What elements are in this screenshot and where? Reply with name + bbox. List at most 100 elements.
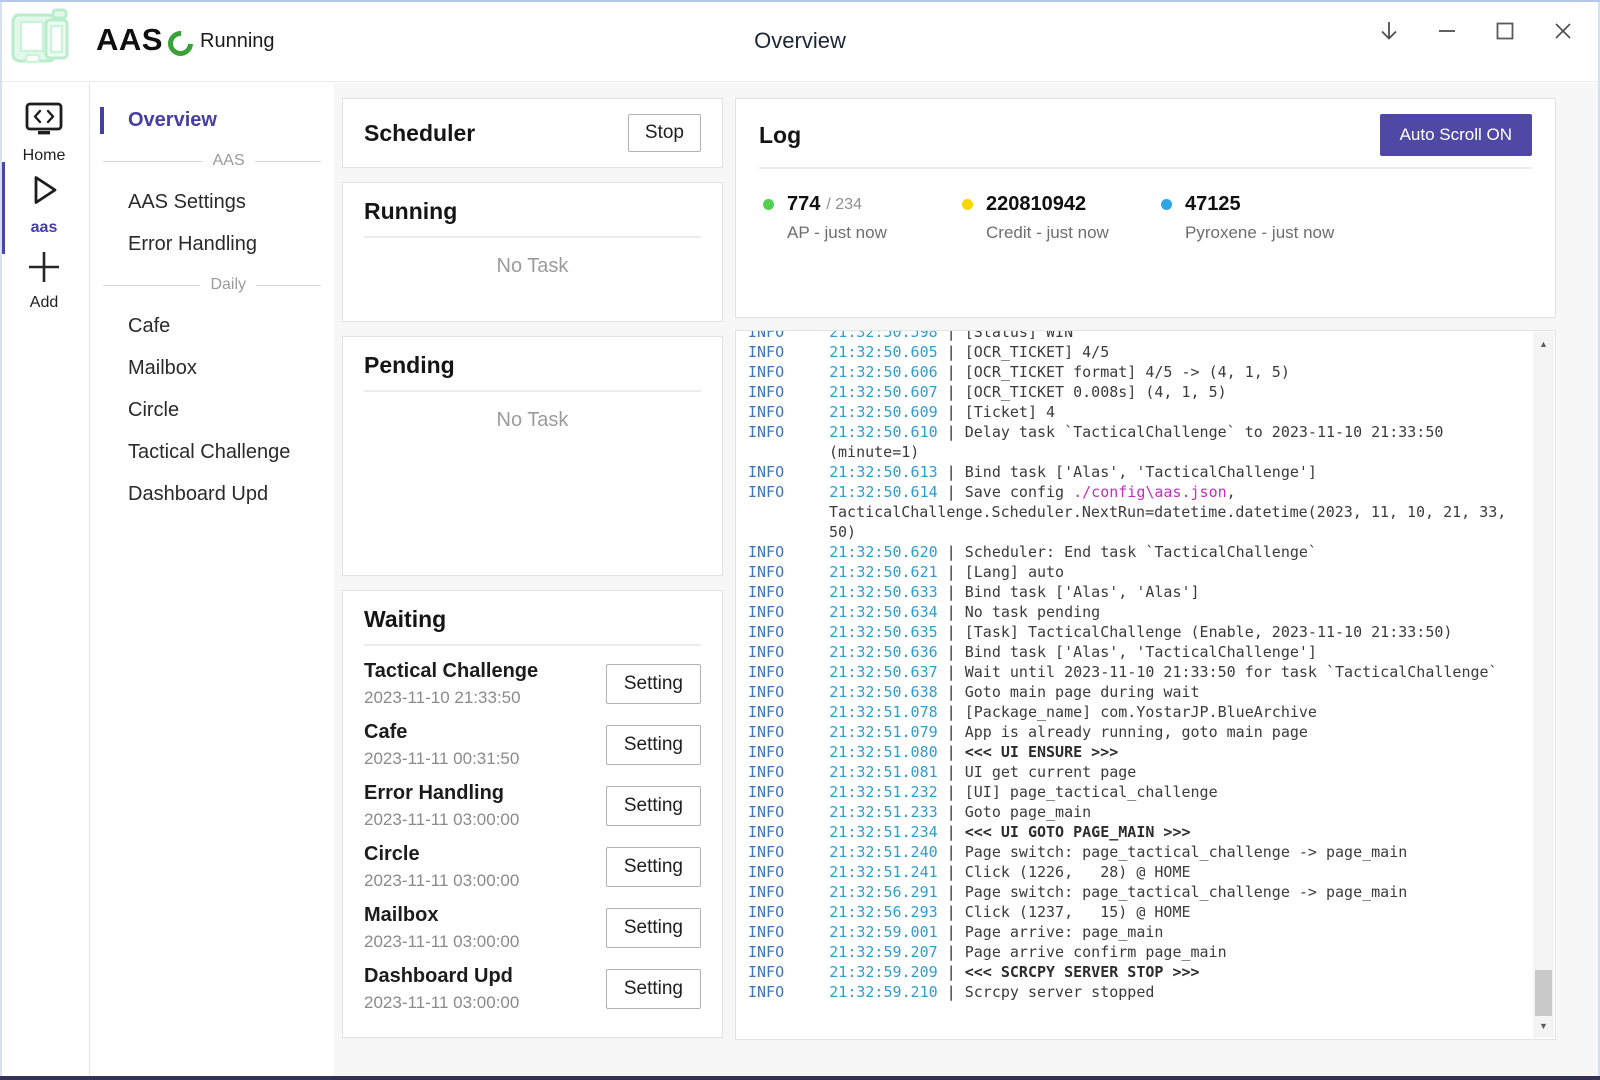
log-message: Save config [965,483,1073,501]
log-timestamp: 21:32:50.609 [829,403,937,421]
log-entry: INFO 21:32:50.610 | Delay task `Tactical… [748,422,1510,462]
log-entry: INFO 21:32:51.232 | [UI] page_tactical_c… [748,782,1510,802]
nav-item-mailbox[interactable]: Mailbox [91,347,333,389]
waiting-row-dashboard-upd: Dashboard Upd2023-11-11 03:00:00Setting [364,958,701,1019]
log-level: INFO [748,683,829,701]
nav-item-overview[interactable]: Overview [91,99,333,141]
log-separator: | [938,723,965,741]
log-timestamp: 21:32:51.080 [829,743,937,761]
play-icon [23,169,65,216]
waiting-task-name: Mailbox [364,904,519,927]
log-message: Click (1226, 28) @ HOME [965,863,1191,881]
waiting-task-name: Dashboard Upd [364,965,519,988]
setting-button[interactable]: Setting [606,725,701,765]
log-message: Goto main page during wait [965,683,1200,701]
log-entry: INFO 21:32:51.079 | App is already runni… [748,722,1510,742]
log-scrollbar[interactable]: ▲ ▼ [1533,332,1554,1038]
log-entry: INFO 21:32:51.240 | Page switch: page_ta… [748,842,1510,862]
log-timestamp: 21:32:51.078 [829,703,937,721]
log-level: INFO [748,583,829,601]
nav-item-circle[interactable]: Circle [91,389,333,431]
scrollbar-up-button[interactable]: ▲ [1533,334,1554,354]
setting-button[interactable]: Setting [606,664,701,704]
log-level: INFO [748,843,829,861]
setting-button[interactable]: Setting [606,969,701,1009]
log-entry: INFO 21:32:50.598 | [Status] WIN [748,330,1510,342]
running-empty-text: No Task [364,255,701,278]
log-level: INFO [748,330,829,341]
log-separator: | [938,963,965,981]
log-level: INFO [748,903,829,921]
nav-item-aas-settings[interactable]: AAS Settings [91,181,333,223]
log-level: INFO [748,423,829,441]
log-timestamp: 21:32:50.598 [829,330,937,341]
waiting-task-time: 2023-11-10 21:33:50 [364,688,538,708]
log-message: [OCR_TICKET 0.008s] (4, 1, 5) [965,383,1227,401]
log-message: Scheduler: End task `TacticalChallenge` [965,543,1317,561]
log-separator: | [938,623,965,641]
rail-item-aas[interactable]: aas [0,169,88,237]
log-timestamp: 21:32:51.232 [829,783,937,801]
waiting-task-name: Cafe [364,721,519,744]
setting-button[interactable]: Setting [606,786,701,826]
log-timestamp: 21:32:56.291 [829,883,937,901]
waiting-title: Waiting [364,606,701,646]
auto-scroll-button[interactable]: Auto Scroll ON [1380,114,1532,156]
scheduler-title: Scheduler [364,120,475,147]
log-level: INFO [748,703,829,721]
log-separator: | [938,463,965,481]
rail-item-label: Home [23,147,66,165]
log-timestamp: 21:32:56.293 [829,903,937,921]
log-timestamp: 21:32:51.079 [829,723,937,741]
log-level: INFO [748,943,829,961]
log-separator: | [938,923,965,941]
log-entry: INFO 21:32:56.293 | Click (1237, 15) @ H… [748,902,1510,922]
log-separator: | [938,403,965,421]
stop-button[interactable]: Stop [628,114,701,152]
maximize-button[interactable] [1492,18,1518,44]
nav-item-cafe[interactable]: Cafe [91,305,333,347]
log-separator: | [938,643,965,661]
setting-button[interactable]: Setting [606,847,701,887]
log-output-box: INFO 21:32:50.598 | [Status] WININFO 21:… [735,330,1556,1040]
log-message: Page switch: page_tactical_challenge -> … [965,843,1408,861]
minimize-button[interactable] [1434,18,1460,44]
log-separator: | [938,563,965,581]
update-download-button[interactable] [1376,18,1402,44]
setting-button[interactable]: Setting [606,908,701,948]
log-level: INFO [748,643,829,661]
close-button[interactable] [1550,18,1576,44]
rail-item-home[interactable]: Home [0,101,88,165]
nav-item-dashboard-upd[interactable]: Dashboard Upd [91,473,333,515]
log-separator: | [938,483,965,501]
divider-line [103,161,203,162]
log-message: <<< UI GOTO PAGE_MAIN >>> [965,823,1191,841]
divider-line [103,285,200,286]
scheduler-panel: Scheduler Stop [342,98,723,168]
stat-value-row: 774/ 234 [763,193,962,216]
log-separator: | [938,883,965,901]
log-entry: INFO 21:32:50.621 | [Lang] auto [748,562,1510,582]
nav-item-error-handling[interactable]: Error Handling [91,223,333,265]
stat-value: 47125 [1185,193,1241,216]
log-level: INFO [748,383,829,401]
scrollbar-down-button[interactable]: ▼ [1533,1016,1554,1036]
log-message: [Status] WIN [965,330,1073,341]
scrollbar-thumb[interactable] [1535,970,1552,1016]
nav-item-tactical-challenge[interactable]: Tactical Challenge [91,431,333,473]
log-timestamp: 21:32:50.637 [829,663,937,681]
stat-color-dot-icon [962,199,973,210]
stat-value-row: 47125 [1161,193,1360,216]
log-level: INFO [748,763,829,781]
log-message: [OCR_TICKET format] 4/5 -> (4, 1, 5) [965,363,1290,381]
scheduler-status-text: Running [200,30,275,53]
log-message: App is already running, goto main page [965,723,1308,741]
waiting-task-info: Cafe2023-11-11 00:31:50 [364,721,519,769]
waiting-panel: Waiting Tactical Challenge2023-11-10 21:… [342,590,723,1038]
log-message: No task pending [965,603,1100,621]
rail-item-add[interactable]: Add [0,248,88,312]
log-timestamp: 21:32:50.605 [829,343,937,361]
rail-item-label: Add [30,294,58,312]
log-message: Wait until 2023-11-10 21:33:50 for task … [965,663,1498,681]
nav-group-divider-daily: Daily [91,265,333,305]
